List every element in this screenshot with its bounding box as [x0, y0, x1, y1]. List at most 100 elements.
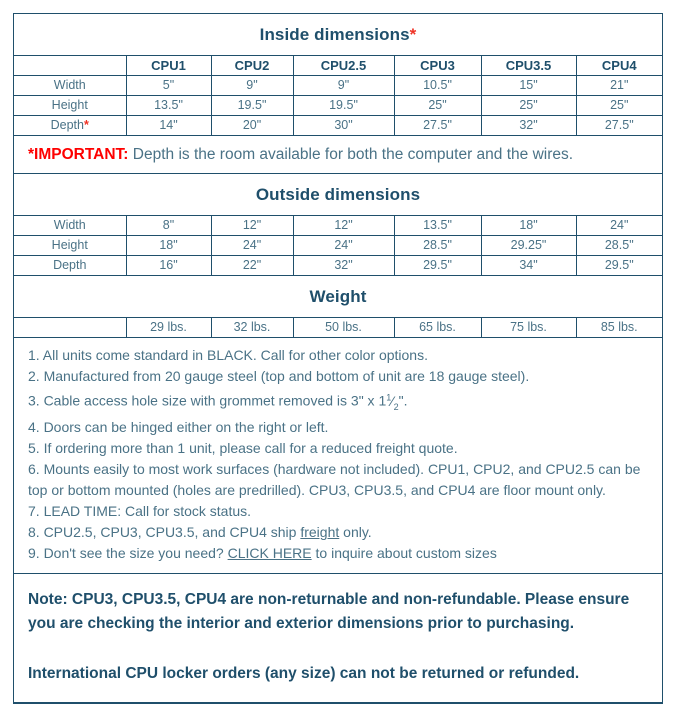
return-policy-note: Note: CPU3, CPU3.5, CPU4 are non-returna…: [28, 591, 630, 633]
outside-height-cpu4: 28.5": [575, 235, 662, 256]
note3-after: ".: [398, 392, 408, 409]
inside-depth-cpu4: 27.5": [575, 115, 662, 136]
table-row: Height 13.5" 19.5" 19.5" 25" 25" 25": [14, 95, 662, 116]
outside-depth-cpu2: 22": [210, 255, 294, 276]
important-notice-row: *IMPORTANT: Depth is the room available …: [14, 135, 662, 174]
outside-depth-cpu3: 29.5": [393, 255, 482, 276]
inside-height-cpu3: 25": [393, 95, 482, 116]
inside-height-cpu2: 19.5": [210, 95, 294, 116]
note3-before: 3. Cable access hole size with grommet r…: [28, 392, 387, 409]
outside-depth-cpu4: 29.5": [575, 255, 662, 276]
outside-depth-cpu3-5: 34": [480, 255, 577, 276]
inside-depth-cpu2-5: 30": [292, 115, 395, 136]
note9-after: to inquire about custom sizes: [311, 545, 497, 562]
inside-dimensions-title-row: Inside dimensions*: [14, 14, 662, 56]
inside-column-header-row: CPU1 CPU2 CPU2.5 CPU3 CPU3.5 CPU4: [14, 55, 662, 76]
fraction-numerator: 1: [386, 392, 392, 402]
list-item: 7. LEAD TIME: Call for stock status.: [28, 503, 252, 520]
weight-cpu1: 29 lbs.: [125, 317, 212, 338]
outside-height-cpu3: 28.5": [393, 235, 482, 256]
table-row: Height 18" 24" 24" 28.5" 29.25" 28.5": [14, 235, 662, 256]
outside-depth-cpu1: 16": [125, 255, 212, 276]
weight-cpu3-5: 75 lbs.: [480, 317, 577, 338]
table-row: Depth 16" 22" 32" 29.5" 34" 29.5": [14, 255, 662, 276]
inside-header-cpu2: CPU2: [210, 55, 294, 76]
weight-cpu4: 85 lbs.: [575, 317, 662, 338]
inside-header-cpu3-5: CPU3.5: [480, 55, 577, 76]
note9-before: 9. Don't see the size you need?: [28, 545, 228, 562]
outside-height-cpu2-5: 24": [292, 235, 395, 256]
outside-width-cpu3-5: 18": [480, 215, 577, 236]
inside-height-cpu4: 25": [575, 95, 662, 116]
outside-dimensions-title-row: Outside dimensions: [14, 173, 662, 216]
table-row: Width 5" 9" 9" 10.5" 15" 21": [14, 75, 662, 96]
outside-depth-cpu2-5: 32": [292, 255, 395, 276]
inside-width-cpu2-5: 9": [292, 75, 395, 96]
inside-width-cpu3: 10.5": [393, 75, 482, 96]
important-text: Depth is the room available for both the…: [128, 146, 574, 163]
inside-depth-label: Depth*: [14, 115, 127, 136]
weight-cpu3: 65 lbs.: [393, 317, 482, 338]
outside-height-label: Height: [14, 235, 127, 256]
inside-height-label: Height: [14, 95, 127, 116]
inside-title-text: Inside dimensions: [259, 25, 410, 44]
outside-dimensions-title: Outside dimensions: [14, 173, 662, 216]
inside-depth-cpu3-5: 32": [480, 115, 577, 136]
weight-title-row: Weight: [14, 275, 662, 318]
inside-header-cpu1: CPU1: [125, 55, 212, 76]
note8-after: only.: [339, 524, 372, 541]
inside-height-cpu2-5: 19.5": [292, 95, 395, 116]
fraction-one-half: 1⁄2: [386, 392, 399, 412]
notes-row: 1. All units come standard in BLACK. Cal…: [14, 336, 662, 575]
weight-label: [14, 317, 127, 338]
list-item: 5. If ordering more than 1 unit, please …: [28, 440, 458, 457]
list-item: 6. Mounts easily to most work surfaces (…: [28, 461, 641, 499]
outside-width-cpu1: 8": [125, 215, 212, 236]
note8-before: 8. CPU2.5, CPU3, CPU3.5, and CPU4 ship: [28, 524, 301, 541]
inside-width-cpu1: 5": [125, 75, 212, 96]
outside-width-cpu2-5: 12": [292, 215, 395, 236]
specifications-table: Inside dimensions* CPU1 CPU2 CPU2.5 CPU3…: [14, 14, 662, 704]
inside-title-asterisk-icon: *: [409, 25, 417, 44]
outside-height-cpu3-5: 29.25": [480, 235, 577, 256]
list-item: 3. Cable access hole size with grommet r…: [28, 387, 648, 417]
inside-depth-asterisk-icon: *: [83, 118, 89, 132]
freight-link[interactable]: freight: [300, 524, 339, 540]
outside-width-label: Width: [14, 215, 127, 236]
inside-depth-cpu2: 20": [210, 115, 294, 136]
table-row: Width 8" 12" 12" 13.5" 18" 24": [14, 215, 662, 236]
outside-width-cpu4: 24": [575, 215, 662, 236]
inside-width-label: Width: [14, 75, 127, 96]
inside-header-cpu2-5: CPU2.5: [292, 55, 395, 76]
outside-height-cpu1: 18": [125, 235, 212, 256]
weight-title: Weight: [14, 275, 662, 318]
weight-cpu2-5: 50 lbs.: [292, 317, 395, 338]
inside-depth-cpu3: 27.5": [393, 115, 482, 136]
inside-dimensions-title: Inside dimensions*: [14, 14, 662, 56]
inside-depth-label-text: Depth: [50, 118, 84, 132]
list-item: 8. CPU2.5, CPU3, CPU3.5, and CPU4 ship f…: [28, 522, 648, 543]
notes-container: 1. All units come standard in BLACK. Cal…: [14, 336, 662, 575]
outside-depth-label: Depth: [14, 255, 127, 276]
inside-header-cpu4: CPU4: [575, 55, 662, 76]
list-item: 1. All units come standard in BLACK. Cal…: [28, 347, 428, 363]
inside-width-cpu4: 21": [575, 75, 662, 96]
inside-header-cpu3: CPU3: [393, 55, 482, 76]
click-here-link[interactable]: CLICK HERE: [228, 545, 312, 561]
outside-width-cpu2: 12": [210, 215, 294, 236]
inside-depth-cpu1: 14": [125, 115, 212, 136]
inside-width-cpu3-5: 15": [480, 75, 577, 96]
international-order-note: International CPU locker orders (any siz…: [28, 665, 580, 683]
important-notice: *IMPORTANT: Depth is the room available …: [14, 135, 662, 174]
footer-notes-container: Note: CPU3, CPU3.5, CPU4 are non-returna…: [14, 573, 662, 704]
weight-cpu2: 32 lbs.: [210, 317, 294, 338]
inside-height-cpu3-5: 25": [480, 95, 577, 116]
outside-height-cpu2: 24": [210, 235, 294, 256]
table-row: Depth* 14" 20" 30" 27.5" 32" 27.5": [14, 115, 662, 136]
list-item: 9. Don't see the size you need? CLICK HE…: [28, 543, 648, 564]
inside-width-cpu2: 9": [210, 75, 294, 96]
list-item: 4. Doors can be hinged either on the rig…: [28, 419, 329, 436]
list-item: 2. Manufactured from 20 gauge steel (top…: [28, 368, 530, 384]
table-row: 29 lbs. 32 lbs. 50 lbs. 65 lbs. 75 lbs. …: [14, 317, 662, 338]
inside-header-blank: [14, 55, 127, 76]
